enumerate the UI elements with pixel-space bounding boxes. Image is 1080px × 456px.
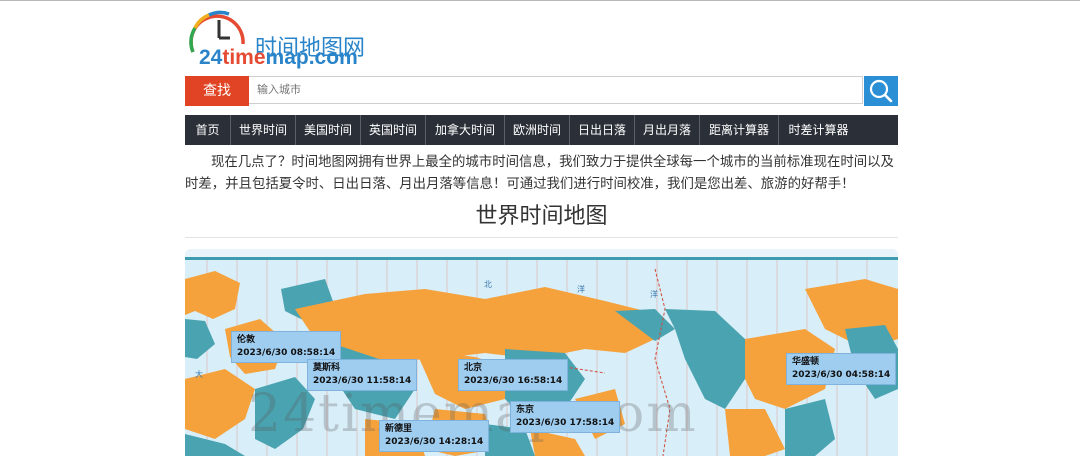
nav-item-world-time[interactable]: 世界时间	[231, 115, 296, 145]
city-clock-tokyo[interactable]: 东京 2023/6/30 17:58:14	[510, 401, 621, 433]
city-time: 2023/6/30 14:28:14	[385, 437, 484, 447]
main-nav: 首页 世界时间 美国时间 英国时间 加拿大时间 欧洲时间 日出日落 月出月落 距…	[185, 115, 898, 145]
site-logo[interactable]: 时间地图网 24timemap.com	[185, 8, 385, 70]
city-clock-new-delhi[interactable]: 新德里 2023/6/30 14:28:14	[379, 420, 490, 452]
search-label-button[interactable]: 查找	[185, 76, 249, 106]
intro-paragraph: 现在几点了？时间地图网拥有世界上最全的城市时间信息，我们致力于提供全球每一个城市…	[185, 155, 894, 192]
city-time: 2023/6/30 04:58:14	[792, 370, 891, 380]
city-search-input[interactable]	[249, 76, 863, 104]
logo-map: map.com	[265, 46, 358, 69]
city-clock-beijing[interactable]: 北京 2023/6/30 16:58:14	[458, 359, 569, 391]
logo-24: 24	[199, 46, 223, 69]
nav-item-time-difference-calculator[interactable]: 时差计算器	[779, 115, 858, 145]
city-name: 伦敦	[237, 335, 256, 345]
ocean-label: 洋	[577, 285, 585, 294]
city-name: 北京	[464, 363, 483, 373]
city-name: 东京	[516, 405, 535, 415]
city-time: 2023/6/30 17:58:14	[516, 418, 615, 428]
logo-time: time	[222, 46, 266, 69]
nav-item-moonrise-moonset[interactable]: 月出月落	[635, 115, 700, 145]
nav-item-europe-time[interactable]: 欧洲时间	[505, 115, 570, 145]
nav-item-distance-calculator[interactable]: 距离计算器	[700, 115, 779, 145]
nav-item-uk-time[interactable]: 英国时间	[361, 115, 426, 145]
ocean-label: 北	[484, 280, 492, 289]
city-time: 2023/6/30 11:58:14	[313, 376, 412, 386]
city-clock-moscow[interactable]: 莫斯科 2023/6/30 11:58:14	[307, 359, 418, 391]
city-name: 华盛顿	[792, 357, 820, 367]
city-time: 2023/6/30 16:58:14	[464, 376, 563, 386]
logo-domain-text: 24timemap.com	[199, 46, 358, 70]
ocean-label: 洋	[650, 290, 658, 299]
city-name: 莫斯科	[313, 363, 341, 373]
title-divider	[185, 237, 898, 238]
search-submit-button[interactable]	[864, 76, 898, 106]
nav-item-canada-time[interactable]: 加拿大时间	[426, 115, 505, 145]
city-name: 新德里	[385, 424, 413, 434]
city-clock-washington[interactable]: 华盛顿 2023/6/30 04:58:14	[786, 353, 897, 385]
nav-item-sunrise-sunset[interactable]: 日出日落	[570, 115, 635, 145]
search-icon	[869, 79, 893, 103]
nav-item-home[interactable]: 首页	[185, 115, 231, 145]
search-bar: 查找	[185, 76, 898, 106]
ocean-label: 大	[195, 370, 203, 379]
top-border	[0, 0, 1080, 1]
nav-item-us-time[interactable]: 美国时间	[296, 115, 361, 145]
world-time-map[interactable]: 北 洋 大 洋 24timemap.com 伦敦 2023/6/30 08:58…	[185, 249, 898, 456]
page-title: 世界时间地图	[475, 204, 608, 229]
